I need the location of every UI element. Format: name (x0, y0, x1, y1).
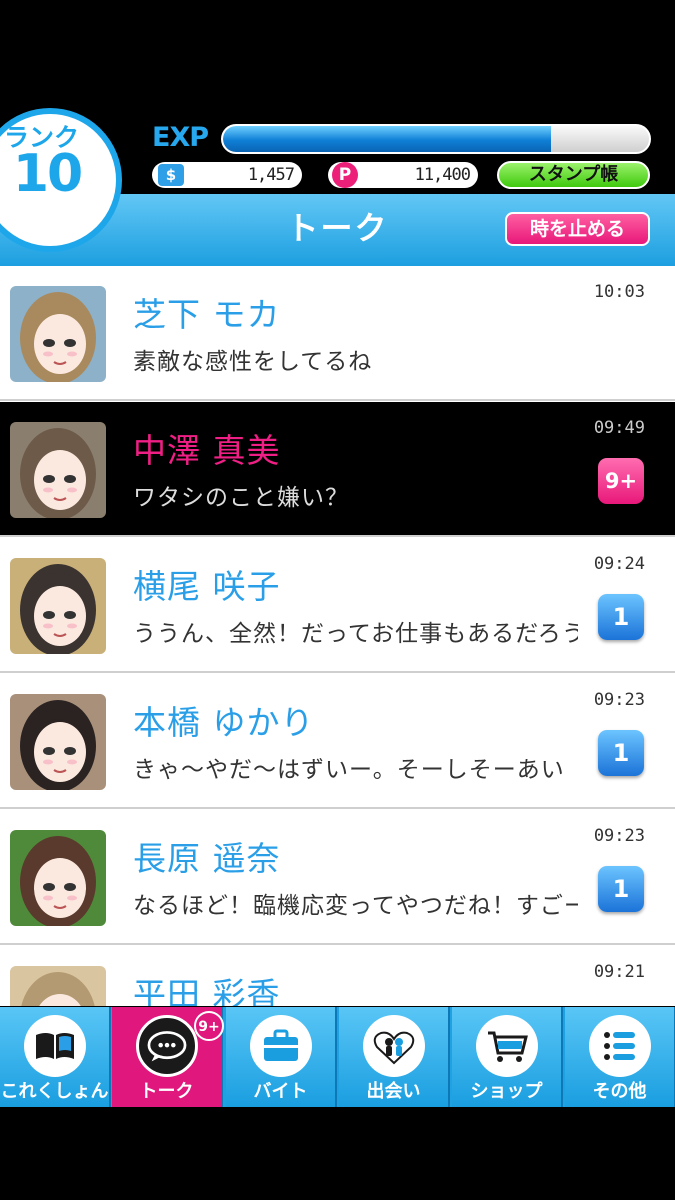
contact-name: 平田 彩香 (133, 975, 281, 1006)
talk-row[interactable]: 横尾 咲子ううん、全然！だってお仕事もあるだろう 09:24 1 (0, 538, 675, 673)
nav-unread-badge: 9+ (194, 1011, 224, 1041)
exp-label: EXP (152, 122, 209, 153)
nav-label: トーク (139, 1081, 194, 1102)
rank-value: 10 (12, 144, 83, 204)
stamp-book-button[interactable]: スタンプ帳 (497, 161, 650, 189)
message-time: 09:23 (593, 826, 645, 846)
money-value: 1,457 (247, 165, 295, 185)
exp-progress-bar (221, 124, 651, 154)
cart-icon (476, 1015, 538, 1077)
nav-briefcase[interactable]: バイト (226, 1007, 337, 1107)
contact-name: 本橋 ゆかり (133, 703, 315, 742)
avatar (10, 966, 106, 1006)
points-counter: P 11,400 (328, 162, 478, 188)
last-message: ワタシのこと嫌い？ (133, 485, 349, 511)
status-header: トーク 時を止める ランク 10 EXP $ 1,457 P 11,400 スタ… (0, 108, 675, 266)
nav-label: これくしょん (0, 1081, 109, 1102)
money-icon: $ (158, 164, 184, 186)
unread-badge: 9+ (598, 458, 644, 504)
avatar (10, 830, 106, 926)
stop-time-button[interactable]: 時を止める (505, 212, 650, 246)
last-message: ううん、全然！だってお仕事もあるだろう (133, 621, 578, 647)
nav-book[interactable]: これくしょん (0, 1007, 111, 1107)
message-time: 09:49 (593, 418, 645, 438)
nav-cart[interactable]: ショップ (452, 1007, 563, 1107)
contact-name: 中澤 真美 (133, 431, 281, 470)
nav-label: その他 (592, 1081, 647, 1102)
unread-badge: 1 (598, 594, 644, 640)
talk-row[interactable]: 平田 彩香 09:21 (0, 946, 675, 1006)
nav-label: ショップ (470, 1081, 543, 1102)
message-time: 09:24 (593, 554, 645, 574)
message-time: 09:21 (593, 962, 645, 982)
last-message: きゃ～やだ～はずいー。そーしそーあい (133, 757, 565, 783)
last-message: なるほど！臨機応変ってやつだね！すごー (133, 893, 578, 919)
nav-label: 出会い (366, 1081, 421, 1102)
last-message: 素敵な感性をしてるね (133, 349, 373, 375)
points-icon: P (332, 162, 358, 188)
contact-name: 芝下 モカ (133, 295, 281, 334)
talk-row[interactable]: 芝下 モカ素敵な感性をしてるね 10:03 (0, 266, 675, 401)
talk-list[interactable]: 芝下 モカ素敵な感性をしてるね 10:03 中澤 真美ワタシのこと嫌い？ 09:49… (0, 266, 675, 1006)
avatar (10, 286, 106, 382)
talk-row[interactable]: 中澤 真美ワタシのこと嫌い？ 09:49 9+ (0, 402, 675, 537)
bottom-nav: これくしょん トーク 9+ バイト 出会い ショップ その他 (0, 1007, 675, 1107)
message-time: 09:23 (593, 690, 645, 710)
unread-badge: 1 (598, 730, 644, 776)
nav-heart-people[interactable]: 出会い (339, 1007, 450, 1107)
avatar (10, 558, 106, 654)
avatar (10, 694, 106, 790)
message-time: 10:03 (593, 282, 645, 302)
nav-menu-list[interactable]: その他 (565, 1007, 675, 1107)
talk-row[interactable]: 本橋 ゆかりきゃ～やだ～はずいー。そーしそーあい 09:23 1 (0, 674, 675, 809)
nav-label: バイト (253, 1081, 308, 1102)
talk-row[interactable]: 長原 遥奈なるほど！臨機応変ってやつだね！すごー 09:23 1 (0, 810, 675, 945)
avatar (10, 422, 106, 518)
points-value: 11,400 (414, 165, 471, 185)
briefcase-icon (250, 1015, 312, 1077)
exp-progress-fill (223, 126, 552, 152)
heart-people-icon (363, 1015, 425, 1077)
contact-name: 横尾 咲子 (133, 567, 281, 606)
unread-badge: 1 (598, 866, 644, 912)
money-counter: $ 1,457 (152, 162, 302, 188)
book-icon (24, 1015, 86, 1077)
contact-name: 長原 遥奈 (133, 839, 281, 878)
chat-bubble-icon (136, 1015, 198, 1077)
menu-list-icon (589, 1015, 651, 1077)
nav-chat-bubble[interactable]: トーク 9+ (112, 1007, 224, 1107)
